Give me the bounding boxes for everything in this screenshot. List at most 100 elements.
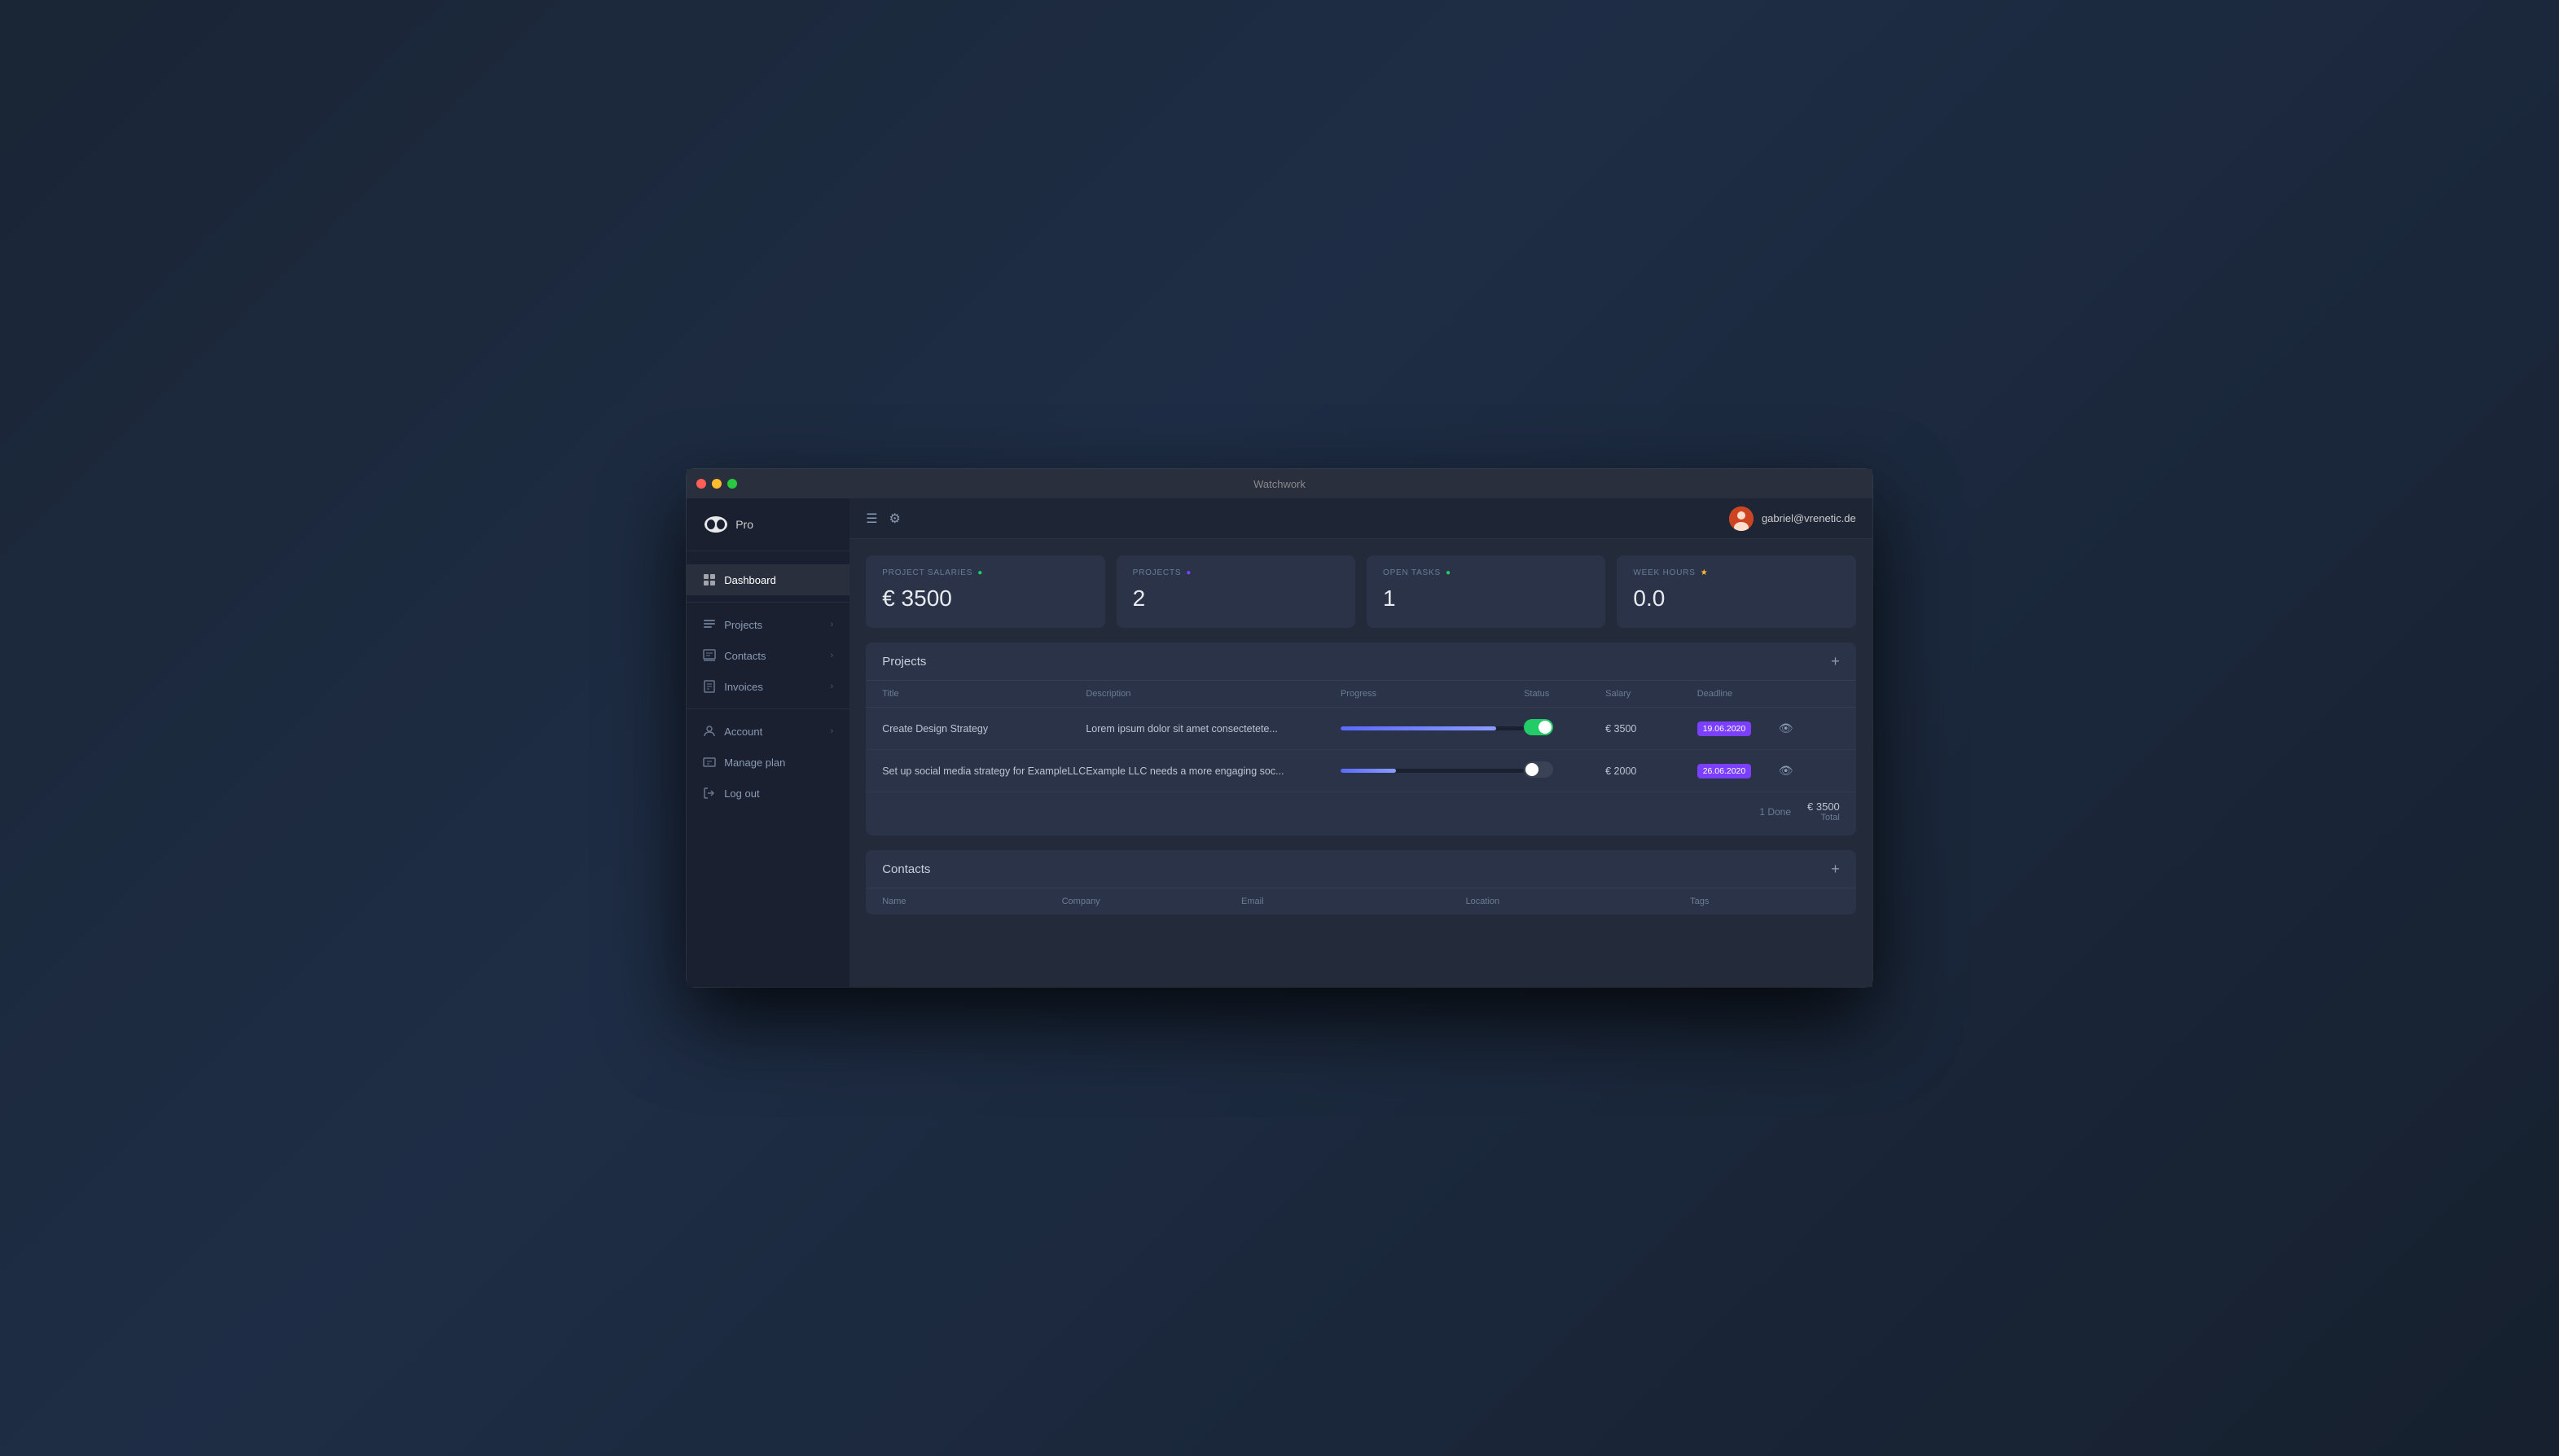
- sidebar-navigation: Dashboard Projects ›: [687, 551, 849, 987]
- project-actions-1: 👁: [1779, 721, 1840, 735]
- projects-icon: [703, 618, 716, 631]
- projects-section-header: Projects +: [866, 642, 1856, 681]
- project-title-1: Create Design Strategy: [882, 723, 1086, 735]
- open-tasks-value: 1: [1383, 585, 1589, 612]
- projects-total: € 3500 Total: [1807, 800, 1840, 822]
- stat-card-project-salaries: PROJECT SALARIES ● € 3500: [866, 555, 1104, 628]
- project-progress-2: [1341, 769, 1524, 773]
- main-header: ☰ ⚙ gabriel@vrenetic.de: [849, 498, 1872, 539]
- content-area: PROJECT SALARIES ● € 3500 PROJECTS ● 2: [849, 539, 1872, 987]
- projects-table-header: Title Description Progress Status Salary…: [866, 681, 1856, 708]
- sidebar-item-label: Manage plan: [724, 757, 785, 769]
- contacts-add-button[interactable]: +: [1831, 862, 1840, 876]
- green-indicator-icon-2: ●: [1446, 568, 1451, 577]
- sidebar-item-account[interactable]: Account ›: [687, 716, 849, 747]
- stats-row: PROJECT SALARIES ● € 3500 PROJECTS ● 2: [866, 555, 1856, 628]
- week-hours-value: 0.0: [1633, 585, 1839, 612]
- nav-divider-2: [687, 708, 849, 709]
- project-salary-1: € 3500: [1605, 723, 1697, 735]
- toggle-knob-1: [1538, 721, 1552, 734]
- star-icon: ★: [1701, 568, 1709, 577]
- user-profile[interactable]: gabriel@vrenetic.de: [1729, 507, 1856, 531]
- header-icons: ☰ ⚙: [866, 511, 901, 527]
- contacts-table-header: Name Company Email Location Tags: [866, 888, 1856, 914]
- account-icon: [703, 725, 716, 738]
- col-deadline: Deadline: [1697, 689, 1779, 699]
- sidebar-item-label: Dashboard: [724, 574, 776, 586]
- view-project-button-1[interactable]: 👁: [1779, 721, 1793, 735]
- project-actions-2: 👁: [1779, 764, 1840, 778]
- contacts-section-header: Contacts +: [866, 850, 1856, 888]
- window-title: Watchwork: [1253, 478, 1306, 490]
- project-status-1[interactable]: [1524, 719, 1605, 738]
- project-deadline-2: 26.06.2020: [1697, 764, 1779, 778]
- main-content: ☰ ⚙ gabriel@vrenetic.de: [849, 498, 1872, 987]
- project-status-2[interactable]: [1524, 761, 1605, 780]
- projects-add-button[interactable]: +: [1831, 654, 1840, 669]
- project-description-2: Example LLC needs a more engaging soc...: [1086, 765, 1341, 777]
- col-description: Description: [1086, 689, 1341, 699]
- week-hours-label: WEEK HOURS: [1633, 568, 1695, 577]
- deadline-badge-2: 26.06.2020: [1697, 764, 1752, 778]
- maximize-button[interactable]: [727, 479, 737, 489]
- sidebar-item-label: Log out: [724, 787, 759, 800]
- logo-text: Pro: [735, 518, 753, 531]
- col-location: Location: [1466, 897, 1691, 906]
- projects-value: 2: [1133, 585, 1339, 612]
- projects-table: Title Description Progress Status Salary…: [866, 681, 1856, 835]
- sidebar-item-label: Contacts: [724, 650, 766, 662]
- col-progress: Progress: [1341, 689, 1524, 699]
- green-indicator-icon: ●: [977, 568, 983, 577]
- projects-label: PROJECTS: [1133, 568, 1182, 577]
- window-controls[interactable]: [696, 479, 737, 489]
- sidebar-item-dashboard[interactable]: Dashboard: [687, 564, 849, 595]
- stat-card-projects: PROJECTS ● 2: [1117, 555, 1355, 628]
- sidebar-item-invoices[interactable]: Invoices ›: [687, 671, 849, 702]
- deadline-badge-1: 19.06.2020: [1697, 721, 1752, 736]
- col-tags: Tags: [1690, 897, 1840, 906]
- titlebar: Watchwork: [687, 469, 1872, 498]
- chevron-right-icon: ›: [831, 651, 834, 660]
- hamburger-icon[interactable]: ☰: [866, 511, 877, 527]
- total-label: Total: [1807, 813, 1840, 822]
- sidebar-item-label: Invoices: [724, 681, 763, 693]
- project-salary-2: € 2000: [1605, 765, 1697, 777]
- col-company: Company: [1062, 897, 1241, 906]
- status-toggle-2[interactable]: [1524, 761, 1553, 778]
- project-progress-1: [1341, 726, 1524, 730]
- close-button[interactable]: [696, 479, 706, 489]
- minimize-button[interactable]: [712, 479, 722, 489]
- manage-plan-icon: [703, 756, 716, 769]
- view-project-button-2[interactable]: 👁: [1779, 764, 1793, 777]
- settings-icon[interactable]: ⚙: [889, 511, 901, 527]
- stat-card-open-tasks: OPEN TASKS ● 1: [1367, 555, 1605, 628]
- project-deadline-1: 19.06.2020: [1697, 721, 1779, 736]
- nav-divider-1: [687, 602, 849, 603]
- avatar: [1729, 507, 1754, 531]
- projects-section-title: Projects: [882, 655, 926, 669]
- project-description-1: Lorem ipsum dolor sit amet consectetete.…: [1086, 723, 1341, 735]
- sidebar-logo: Pro: [687, 498, 849, 551]
- logo-icon: [703, 511, 729, 537]
- col-name: Name: [882, 897, 1061, 906]
- sidebar-item-projects[interactable]: Projects ›: [687, 609, 849, 640]
- col-email: Email: [1241, 897, 1466, 906]
- table-row: Create Design Strategy Lorem ipsum dolor…: [866, 708, 1856, 750]
- projects-done-count: 1 Done: [1759, 806, 1791, 818]
- sidebar: Pro Dashboard: [687, 498, 849, 987]
- open-tasks-label: OPEN TASKS: [1383, 568, 1441, 577]
- col-salary: Salary: [1605, 689, 1697, 699]
- stat-card-week-hours: WEEK HOURS ★ 0.0: [1617, 555, 1855, 628]
- status-toggle-1[interactable]: [1524, 719, 1553, 735]
- sidebar-item-logout[interactable]: Log out: [687, 778, 849, 809]
- projects-table-footer: 1 Done € 3500 Total: [866, 792, 1856, 835]
- total-amount: € 3500: [1807, 800, 1840, 813]
- sidebar-item-manage-plan[interactable]: Manage plan: [687, 747, 849, 778]
- invoices-icon: [703, 680, 716, 693]
- user-email: gabriel@vrenetic.de: [1762, 512, 1856, 524]
- contacts-section: Contacts + Name Company Email Location T…: [866, 850, 1856, 914]
- contacts-section-title: Contacts: [882, 862, 930, 876]
- sidebar-item-contacts[interactable]: Contacts ›: [687, 640, 849, 671]
- contacts-icon: [703, 649, 716, 662]
- project-title-2: Set up social media strategy for Example…: [882, 765, 1086, 777]
